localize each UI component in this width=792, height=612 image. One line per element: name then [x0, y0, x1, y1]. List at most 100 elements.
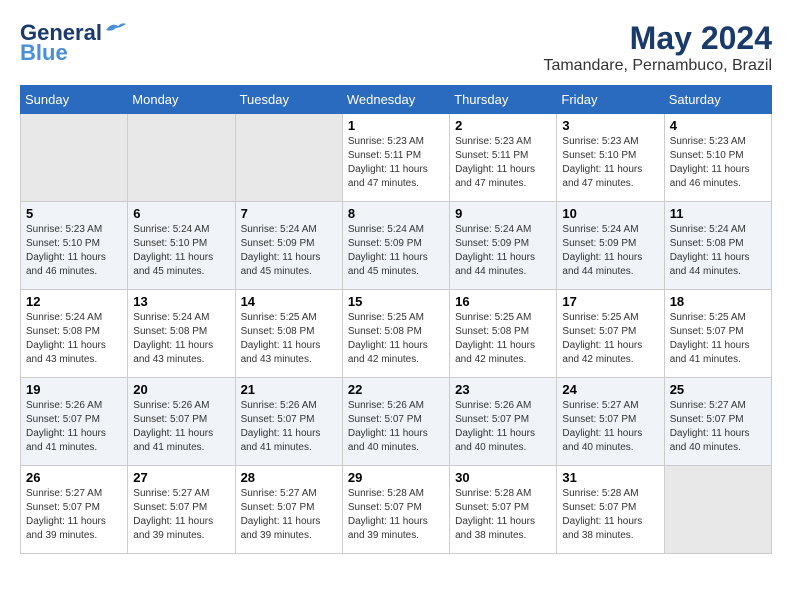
calendar-cell — [664, 466, 771, 554]
calendar-cell: 26 Sunrise: 5:27 AMSunset: 5:07 PMDayligh… — [21, 466, 128, 554]
day-number: 29 — [348, 470, 444, 485]
calendar-week-5: 26 Sunrise: 5:27 AMSunset: 5:07 PMDayligh… — [21, 466, 772, 554]
calendar-cell: 20 Sunrise: 5:26 AMSunset: 5:07 PMDayligh… — [128, 378, 235, 466]
cell-info: Sunrise: 5:28 AMSunset: 5:07 PMDaylight:… — [562, 487, 658, 543]
calendar-cell: 16 Sunrise: 5:25 AMSunset: 5:08 PMDayligh… — [450, 290, 557, 378]
day-number: 31 — [562, 470, 658, 485]
logo: General Blue — [20, 20, 126, 66]
calendar-cell — [128, 114, 235, 202]
cell-info: Sunrise: 5:23 AMSunset: 5:10 PMDaylight:… — [26, 223, 122, 279]
calendar-table: SundayMondayTuesdayWednesdayThursdayFrid… — [20, 85, 772, 554]
day-number: 19 — [26, 382, 122, 397]
day-number: 14 — [241, 294, 337, 309]
calendar-cell: 21Sunrise: 5:26 AMSunset: 5:07 PMDayligh… — [235, 378, 342, 466]
day-number: 17 — [562, 294, 658, 309]
day-number: 9 — [455, 206, 551, 221]
cell-info: Sunrise: 5:26 AMSunset: 5:07 PMDaylight:… — [455, 399, 551, 455]
calendar-week-1: 1 Sunrise: 5:23 AMSunset: 5:11 PMDaylight… — [21, 114, 772, 202]
calendar-cell: 1 Sunrise: 5:23 AMSunset: 5:11 PMDaylight… — [342, 114, 449, 202]
cell-info: Sunrise: 5:25 AMSunset: 5:07 PMDaylight:… — [562, 311, 658, 367]
day-number: 20 — [133, 382, 229, 397]
cell-info: Sunrise: 5:24 AMSunset: 5:10 PMDaylight:… — [133, 223, 229, 279]
cell-info: Sunrise: 5:23 AMSunset: 5:11 PMDaylight:… — [455, 135, 551, 191]
calendar-cell: 11 Sunrise: 5:24 AMSunset: 5:08 PMDayligh… — [664, 202, 771, 290]
calendar-cell: 15Sunrise: 5:25 AMSunset: 5:08 PMDayligh… — [342, 290, 449, 378]
day-number: 4 — [670, 118, 766, 133]
calendar-header-row: SundayMondayTuesdayWednesdayThursdayFrid… — [21, 86, 772, 114]
calendar-cell: 29 Sunrise: 5:28 AMSunset: 5:07 PMDayligh… — [342, 466, 449, 554]
calendar-cell: 24 Sunrise: 5:27 AMSunset: 5:07 PMDayligh… — [557, 378, 664, 466]
cell-info: Sunrise: 5:24 AMSunset: 5:08 PMDaylight:… — [133, 311, 229, 367]
cell-info: Sunrise: 5:27 AMSunset: 5:07 PMDaylight:… — [26, 487, 122, 543]
calendar-cell: 27 Sunrise: 5:27 AMSunset: 5:07 PMDayligh… — [128, 466, 235, 554]
cell-info: Sunrise: 5:26 AMSunset: 5:07 PMDaylight:… — [133, 399, 229, 455]
day-number: 1 — [348, 118, 444, 133]
calendar-cell: 19 Sunrise: 5:26 AMSunset: 5:07 PMDayligh… — [21, 378, 128, 466]
calendar-cell: 8 Sunrise: 5:24 AMSunset: 5:09 PMDaylight… — [342, 202, 449, 290]
calendar-cell: 12 Sunrise: 5:24 AMSunset: 5:08 PMDayligh… — [21, 290, 128, 378]
cell-info: Sunrise: 5:27 AMSunset: 5:07 PMDaylight:… — [670, 399, 766, 455]
day-number: 13 — [133, 294, 229, 309]
calendar-cell: 2 Sunrise: 5:23 AMSunset: 5:11 PMDaylight… — [450, 114, 557, 202]
day-number: 2 — [455, 118, 551, 133]
cell-info: Sunrise: 5:28 AMSunset: 5:07 PMDaylight:… — [455, 487, 551, 543]
day-number: 24 — [562, 382, 658, 397]
cell-info: Sunrise: 5:26 AMSunset: 5:07 PMDaylight:… — [348, 399, 444, 455]
day-number: 8 — [348, 206, 444, 221]
cell-info: Sunrise: 5:24 AMSunset: 5:08 PMDaylight:… — [26, 311, 122, 367]
day-number: 5 — [26, 206, 122, 221]
header: General Blue May 2024 Tamandare, Pernamb… — [20, 20, 772, 75]
calendar-cell: 3Sunrise: 5:23 AMSunset: 5:10 PMDaylight… — [557, 114, 664, 202]
col-header-thursday: Thursday — [450, 86, 557, 114]
day-number: 18 — [670, 294, 766, 309]
title-section: May 2024 Tamandare, Pernambuco, Brazil — [543, 20, 772, 75]
cell-info: Sunrise: 5:23 AMSunset: 5:10 PMDaylight:… — [670, 135, 766, 191]
col-header-wednesday: Wednesday — [342, 86, 449, 114]
day-number: 6 — [133, 206, 229, 221]
calendar-cell: 28Sunrise: 5:27 AMSunset: 5:07 PMDayligh… — [235, 466, 342, 554]
month-title: May 2024 — [543, 20, 772, 57]
day-number: 11 — [670, 206, 766, 221]
cell-info: Sunrise: 5:23 AMSunset: 5:11 PMDaylight:… — [348, 135, 444, 191]
day-number: 26 — [26, 470, 122, 485]
day-number: 25 — [670, 382, 766, 397]
day-number: 10 — [562, 206, 658, 221]
day-number: 27 — [133, 470, 229, 485]
cell-info: Sunrise: 5:27 AMSunset: 5:07 PMDaylight:… — [562, 399, 658, 455]
cell-info: Sunrise: 5:25 AMSunset: 5:08 PMDaylight:… — [455, 311, 551, 367]
calendar-week-2: 5 Sunrise: 5:23 AMSunset: 5:10 PMDaylight… — [21, 202, 772, 290]
location-title: Tamandare, Pernambuco, Brazil — [543, 57, 772, 75]
col-header-friday: Friday — [557, 86, 664, 114]
cell-info: Sunrise: 5:24 AMSunset: 5:09 PMDaylight:… — [455, 223, 551, 279]
day-number: 16 — [455, 294, 551, 309]
day-number: 28 — [241, 470, 337, 485]
calendar-cell: 4 Sunrise: 5:23 AMSunset: 5:10 PMDaylight… — [664, 114, 771, 202]
cell-info: Sunrise: 5:27 AMSunset: 5:07 PMDaylight:… — [133, 487, 229, 543]
cell-info: Sunrise: 5:26 AMSunset: 5:07 PMDaylight:… — [26, 399, 122, 455]
cell-info: Sunrise: 5:28 AMSunset: 5:07 PMDaylight:… — [348, 487, 444, 543]
cell-info: Sunrise: 5:24 AMSunset: 5:08 PMDaylight:… — [670, 223, 766, 279]
col-header-sunday: Sunday — [21, 86, 128, 114]
calendar-cell: 22Sunrise: 5:26 AMSunset: 5:07 PMDayligh… — [342, 378, 449, 466]
calendar-cell: 6 Sunrise: 5:24 AMSunset: 5:10 PMDaylight… — [128, 202, 235, 290]
calendar-cell: 31 Sunrise: 5:28 AMSunset: 5:07 PMDayligh… — [557, 466, 664, 554]
col-header-saturday: Saturday — [664, 86, 771, 114]
cell-info: Sunrise: 5:25 AMSunset: 5:08 PMDaylight:… — [348, 311, 444, 367]
calendar-cell: 23 Sunrise: 5:26 AMSunset: 5:07 PMDayligh… — [450, 378, 557, 466]
day-number: 7 — [241, 206, 337, 221]
logo-blue: Blue — [20, 40, 68, 66]
calendar-cell: 14 Sunrise: 5:25 AMSunset: 5:08 PMDayligh… — [235, 290, 342, 378]
calendar-cell: 17 Sunrise: 5:25 AMSunset: 5:07 PMDayligh… — [557, 290, 664, 378]
calendar-cell: 13 Sunrise: 5:24 AMSunset: 5:08 PMDayligh… — [128, 290, 235, 378]
calendar-cell — [235, 114, 342, 202]
day-number: 23 — [455, 382, 551, 397]
cell-info: Sunrise: 5:24 AMSunset: 5:09 PMDaylight:… — [348, 223, 444, 279]
cell-info: Sunrise: 5:23 AMSunset: 5:10 PMDaylight:… — [562, 135, 658, 191]
calendar-cell: 18Sunrise: 5:25 AMSunset: 5:07 PMDayligh… — [664, 290, 771, 378]
day-number: 12 — [26, 294, 122, 309]
cell-info: Sunrise: 5:25 AMSunset: 5:08 PMDaylight:… — [241, 311, 337, 367]
calendar-cell: 5 Sunrise: 5:23 AMSunset: 5:10 PMDaylight… — [21, 202, 128, 290]
col-header-tuesday: Tuesday — [235, 86, 342, 114]
calendar-week-4: 19 Sunrise: 5:26 AMSunset: 5:07 PMDayligh… — [21, 378, 772, 466]
calendar-cell: 30Sunrise: 5:28 AMSunset: 5:07 PMDayligh… — [450, 466, 557, 554]
